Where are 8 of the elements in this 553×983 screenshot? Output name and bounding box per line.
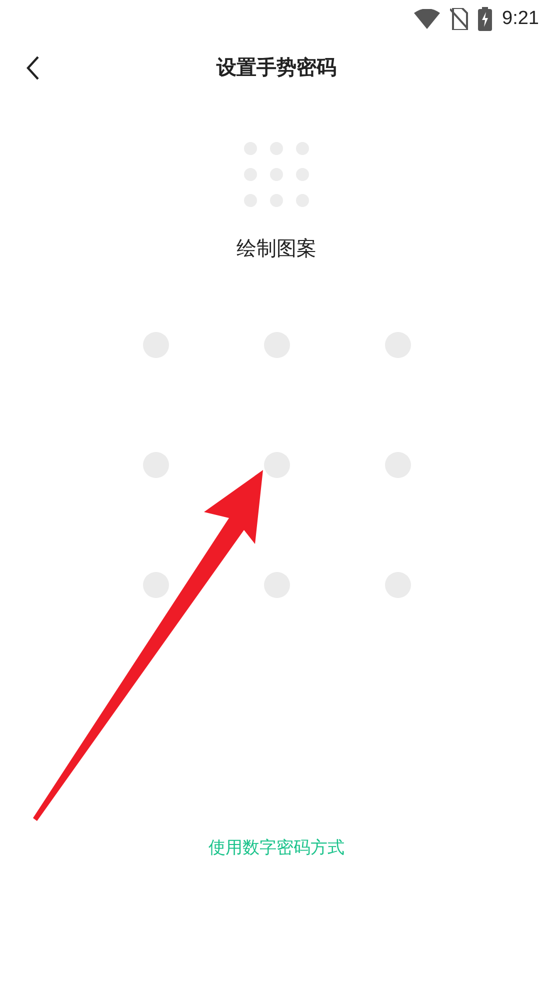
- draw-pattern-prompt: 绘制图案: [236, 235, 316, 262]
- numeric-password-link[interactable]: 使用数字密码方式: [206, 834, 346, 861]
- status-time: 9:21: [502, 8, 539, 30]
- no-sim-icon: [450, 8, 468, 30]
- pattern-dot[interactable]: [264, 452, 290, 478]
- wifi-icon: [414, 9, 440, 29]
- battery-charging-icon: [478, 7, 492, 31]
- page-title: 设置手势密码: [216, 54, 336, 80]
